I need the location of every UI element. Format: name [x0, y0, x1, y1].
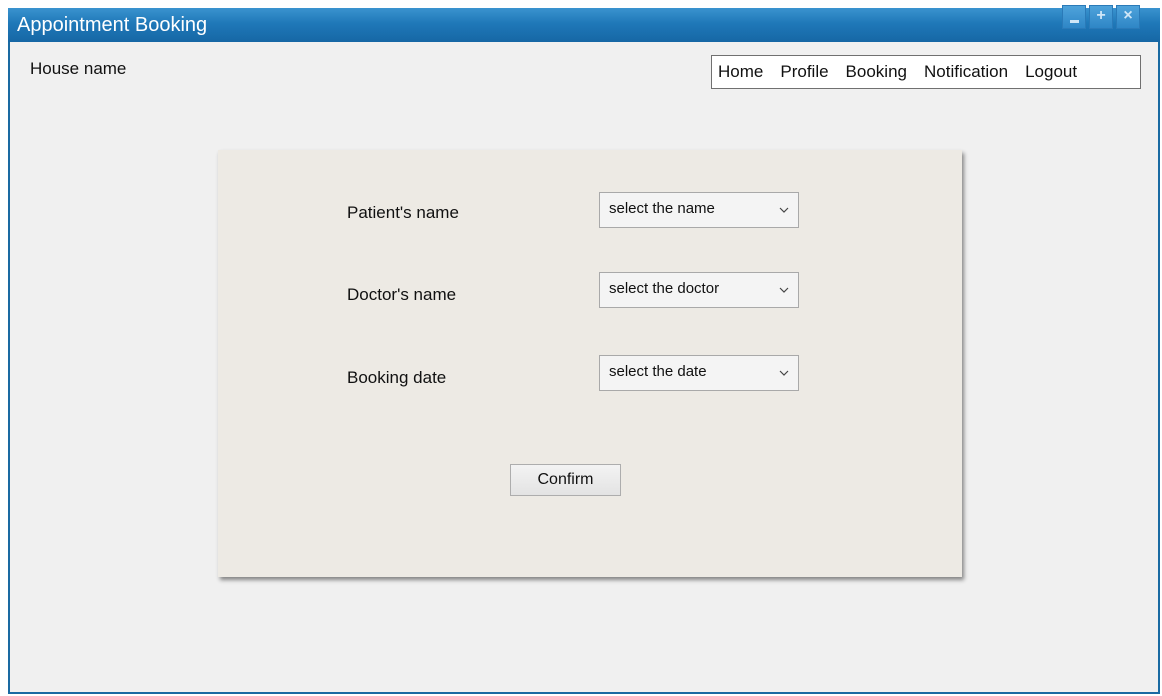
chevron-down-icon: [779, 370, 789, 376]
minimize-icon[interactable]: [1062, 5, 1086, 29]
doctor-name-label: Doctor's name: [347, 285, 457, 304]
nav-booking[interactable]: Booking: [846, 62, 907, 82]
confirm-button[interactable]: Confirm: [510, 464, 621, 496]
doctor-name-select-value: select the doctor: [609, 280, 720, 297]
window-title: Appointment Booking: [17, 14, 208, 36]
patient-name-select-value: select the name: [609, 200, 715, 217]
patient-name-label: Patient's name: [347, 203, 459, 222]
title-bar: Appointment Booking: [8, 8, 1160, 42]
booking-date-select[interactable]: select the date: [599, 355, 799, 391]
maximize-icon[interactable]: +: [1089, 5, 1113, 29]
booking-date-select-value: select the date: [609, 363, 707, 380]
nav-notification[interactable]: Notification: [924, 62, 1008, 82]
close-icon[interactable]: ×: [1116, 5, 1140, 29]
house-name: House name: [30, 59, 127, 78]
doctor-name-select[interactable]: select the doctor: [599, 272, 799, 308]
chevron-down-icon: [779, 207, 789, 213]
nav-profile[interactable]: Profile: [780, 62, 828, 82]
patient-name-select[interactable]: select the name: [599, 192, 799, 228]
nav-home[interactable]: Home: [718, 62, 763, 82]
nav-logout[interactable]: Logout: [1025, 62, 1077, 82]
booking-form-panel: Patient's name select the name Doctor's …: [218, 150, 962, 577]
nav-bar: Home Profile Booking Notification Logout: [711, 55, 1141, 89]
booking-date-label: Booking date: [347, 368, 447, 387]
chevron-down-icon: [779, 287, 789, 293]
